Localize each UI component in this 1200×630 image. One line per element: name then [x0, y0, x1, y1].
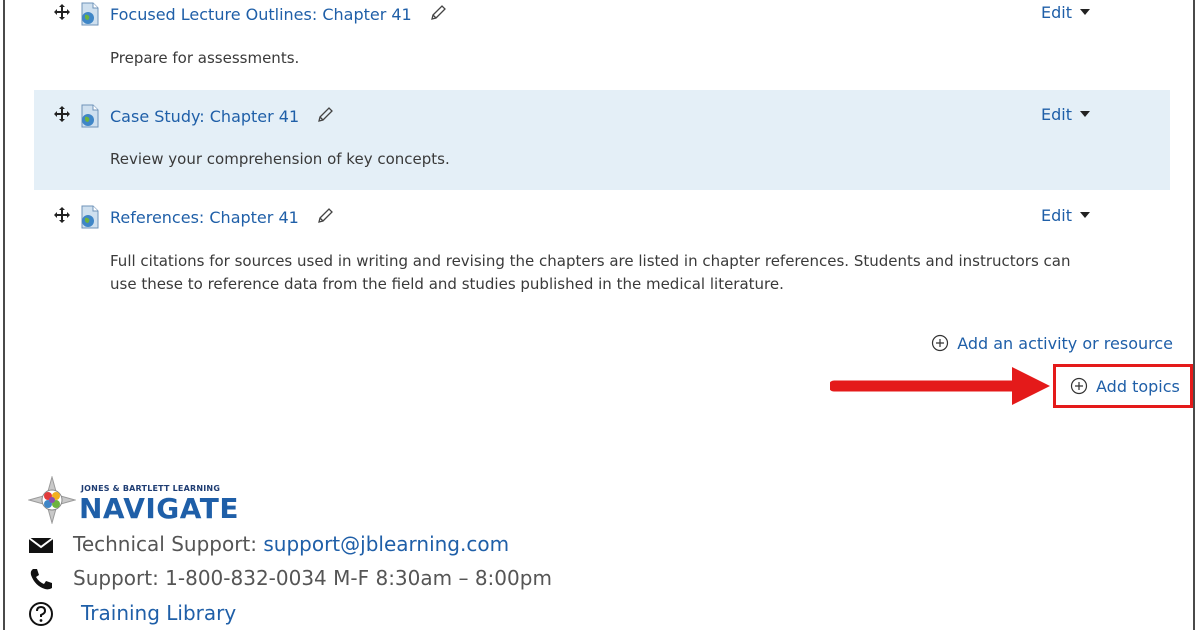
question-circle-icon — [29, 602, 53, 626]
edit-menu-button[interactable]: Edit — [1041, 3, 1090, 22]
activity-title-link[interactable]: Case Study: Chapter 41 — [110, 106, 334, 126]
tech-support-text: Technical Support: support@jblearning.co… — [73, 532, 509, 556]
plus-circle-icon — [1070, 377, 1088, 395]
file-icon — [81, 104, 99, 128]
activity-item-highlighted: Case Study: Chapter 41 Edit Review your … — [34, 90, 1170, 190]
annotation-arrow — [830, 367, 1050, 405]
move-icon[interactable] — [53, 206, 71, 224]
activity-title[interactable]: Focused Lecture Outlines: Chapter 41 — [110, 5, 412, 24]
phone-support-row: Support: 1-800-832-0034 M-F 8:30am – 8:0… — [28, 565, 568, 593]
phone-icon — [30, 569, 52, 590]
activity-item: Focused Lecture Outlines: Chapter 41 Edi… — [34, 0, 1170, 86]
activity-description: Full citations for sources used in writi… — [110, 250, 1120, 296]
plus-circle-icon — [932, 334, 949, 352]
activity-description: Prepare for assessments. — [110, 49, 300, 67]
activity-description: Review your comprehension of key concept… — [110, 150, 450, 168]
add-activity-label[interactable]: Add an activity or resource — [957, 334, 1173, 353]
activity-title[interactable]: Case Study: Chapter 41 — [110, 107, 299, 126]
support-email-link[interactable]: support@jblearning.com — [263, 532, 509, 556]
training-library-row: Training Library — [28, 600, 288, 628]
caret-down-icon[interactable] — [1080, 9, 1090, 15]
activity-title-link[interactable]: References: Chapter 41 — [110, 207, 334, 227]
description-line: Full citations for sources used in writi… — [110, 252, 1071, 270]
pencil-icon[interactable] — [316, 106, 334, 124]
edit-menu-button[interactable]: Edit — [1041, 105, 1090, 124]
move-icon[interactable] — [53, 105, 71, 123]
navigate-logo: JONES & BARTLETT LEARNING NAVIGATE — [28, 474, 239, 525]
activity-title-link[interactable]: Focused Lecture Outlines: Chapter 41 — [110, 4, 447, 24]
compass-logo-icon — [28, 476, 76, 524]
activity-title[interactable]: References: Chapter 41 — [110, 208, 299, 227]
add-topics-button[interactable]: Add topics — [1070, 377, 1180, 396]
add-topics-highlight-box: Add topics — [1053, 364, 1193, 408]
edit-label[interactable]: Edit — [1041, 105, 1072, 124]
file-icon — [81, 205, 99, 229]
file-icon — [81, 2, 99, 26]
edit-label[interactable]: Edit — [1041, 206, 1072, 225]
tech-support-row: Technical Support: support@jblearning.co… — [28, 531, 548, 559]
edit-menu-button[interactable]: Edit — [1041, 206, 1090, 225]
activity-header: References: Chapter 41 Edit — [34, 203, 1170, 233]
training-library-link[interactable]: Training Library — [81, 601, 236, 625]
activity-header: Case Study: Chapter 41 Edit — [34, 102, 1170, 132]
tech-support-label: Technical Support: — [73, 532, 257, 556]
caret-down-icon[interactable] — [1080, 212, 1090, 218]
add-activity-button[interactable]: Add an activity or resource — [931, 334, 1173, 353]
activity-item: References: Chapter 41 Edit Full citatio… — [34, 192, 1170, 302]
caret-down-icon[interactable] — [1080, 111, 1090, 117]
pencil-icon[interactable] — [316, 207, 334, 225]
add-topics-label[interactable]: Add topics — [1096, 377, 1180, 396]
pencil-icon[interactable] — [429, 4, 447, 22]
phone-support-text: Support: 1-800-832-0034 M-F 8:30am – 8:0… — [73, 566, 552, 590]
move-icon[interactable] — [53, 3, 71, 21]
edit-label[interactable]: Edit — [1041, 3, 1072, 22]
brand-name: NAVIGATE — [79, 492, 239, 525]
mail-icon — [28, 537, 54, 553]
activity-header: Focused Lecture Outlines: Chapter 41 Edi… — [34, 0, 1170, 30]
description-line: use these to reference data from the fie… — [110, 275, 784, 293]
